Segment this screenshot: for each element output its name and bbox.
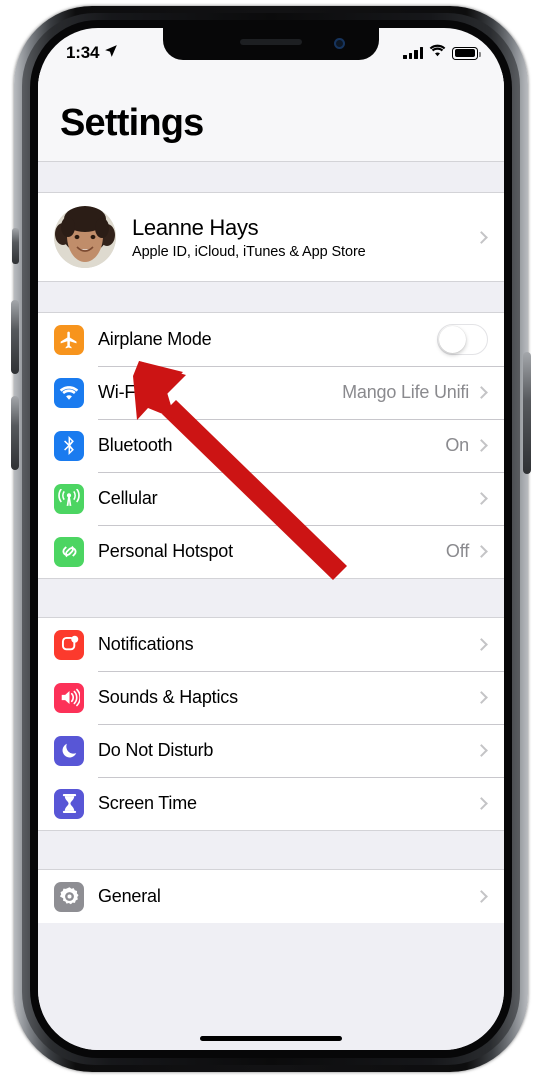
power-button[interactable] [523, 352, 531, 474]
notifications-icon [54, 629, 84, 660]
row-label: Bluetooth [98, 435, 173, 455]
chevron-right-icon [475, 744, 488, 757]
moon-icon [54, 735, 84, 766]
settings-list[interactable]: Settings Leanne Hays Apple ID, iCloud, i… [38, 72, 504, 1050]
front-camera-icon [334, 38, 345, 49]
chevron-right-icon [475, 691, 488, 704]
section-gap [38, 281, 504, 313]
chevron-right-icon [475, 797, 488, 810]
row-label: Screen Time [98, 793, 197, 813]
row-label: Airplane Mode [98, 329, 212, 349]
row-value: Mango Life Unifi [342, 382, 469, 402]
settings-row-airplane-mode[interactable]: Airplane Mode [38, 313, 504, 366]
avatar [54, 206, 116, 268]
row-label: Cellular [98, 488, 158, 508]
settings-row-sounds-haptics[interactable]: Sounds & Haptics [38, 671, 504, 724]
phone-screen: 1:34 Settings Leanne Hays Apple ID, iClo… [38, 28, 504, 1050]
speaker-icon [54, 682, 84, 713]
home-indicator[interactable] [200, 1036, 342, 1041]
settings-row-wifi[interactable]: Wi-Fi Mango Life Unifi [38, 366, 504, 419]
section-gap [38, 161, 504, 193]
mute-switch[interactable] [12, 228, 19, 264]
screenshot-stage: 1:34 Settings Leanne Hays Apple ID, iClo… [0, 0, 542, 1080]
row-value: Off [445, 541, 469, 561]
status-bar-right [403, 44, 481, 62]
settings-row-do-not-disturb[interactable]: Do Not Disturb [38, 724, 504, 777]
status-bar-time: 1:34 [66, 43, 100, 62]
row-label: Personal Hotspot [98, 541, 233, 561]
settings-row-screen-time[interactable]: Screen Time [38, 777, 504, 830]
hourglass-icon [54, 788, 84, 819]
cellular-signal-icon [403, 47, 423, 59]
status-bar-left: 1:34 [66, 43, 118, 63]
settings-row-cellular[interactable]: Cellular [38, 472, 504, 525]
cellular-antenna-icon [54, 483, 84, 514]
notch [163, 28, 379, 60]
chevron-right-icon [475, 890, 488, 903]
wifi-icon [54, 377, 84, 408]
section-gap [38, 830, 504, 870]
chevron-right-icon [475, 492, 488, 505]
battery-icon [452, 46, 481, 60]
airplane-icon [54, 324, 84, 355]
account-subtitle: Apple ID, iCloud, iTunes & App Store [132, 243, 366, 260]
airplane-mode-toggle[interactable] [437, 324, 488, 355]
row-label: Notifications [98, 634, 194, 654]
row-label: Do Not Disturb [98, 740, 214, 760]
row-label: Wi-Fi [98, 382, 139, 402]
toggle-knob [439, 326, 466, 353]
row-label: General [98, 886, 161, 906]
earpiece-speaker [240, 39, 302, 45]
notifications-group: Notifications Sounds & Haptics Do Not Di… [38, 618, 504, 830]
volume-up-button[interactable] [11, 300, 19, 374]
settings-row-personal-hotspot[interactable]: Personal Hotspot Off [38, 525, 504, 578]
bluetooth-icon [54, 430, 84, 461]
page-title: Settings [38, 72, 504, 161]
connectivity-group: Airplane Mode Wi-Fi Mango Life Unifi Blu… [38, 313, 504, 578]
account-group: Leanne Hays Apple ID, iCloud, iTunes & A… [38, 193, 504, 281]
chevron-right-icon [475, 545, 488, 558]
gear-icon [54, 881, 84, 912]
location-arrow-icon [104, 43, 118, 63]
volume-down-button[interactable] [11, 396, 19, 470]
settings-row-general[interactable]: General [38, 870, 504, 923]
chevron-right-icon [475, 386, 488, 399]
row-value: On [445, 435, 469, 455]
chevron-right-icon [475, 638, 488, 651]
settings-row-notifications[interactable]: Notifications [38, 618, 504, 671]
chevron-right-icon [475, 230, 488, 244]
row-label: Sounds & Haptics [98, 687, 238, 707]
settings-row-bluetooth[interactable]: Bluetooth On [38, 419, 504, 472]
general-group: General [38, 870, 504, 923]
account-name: Leanne Hays [132, 214, 259, 240]
hotspot-link-icon [54, 536, 84, 567]
apple-id-row[interactable]: Leanne Hays Apple ID, iCloud, iTunes & A… [38, 193, 504, 281]
wifi-icon [429, 44, 446, 62]
section-gap [38, 578, 504, 618]
account-text: Leanne Hays Apple ID, iCloud, iTunes & A… [132, 215, 477, 260]
chevron-right-icon [475, 439, 488, 452]
